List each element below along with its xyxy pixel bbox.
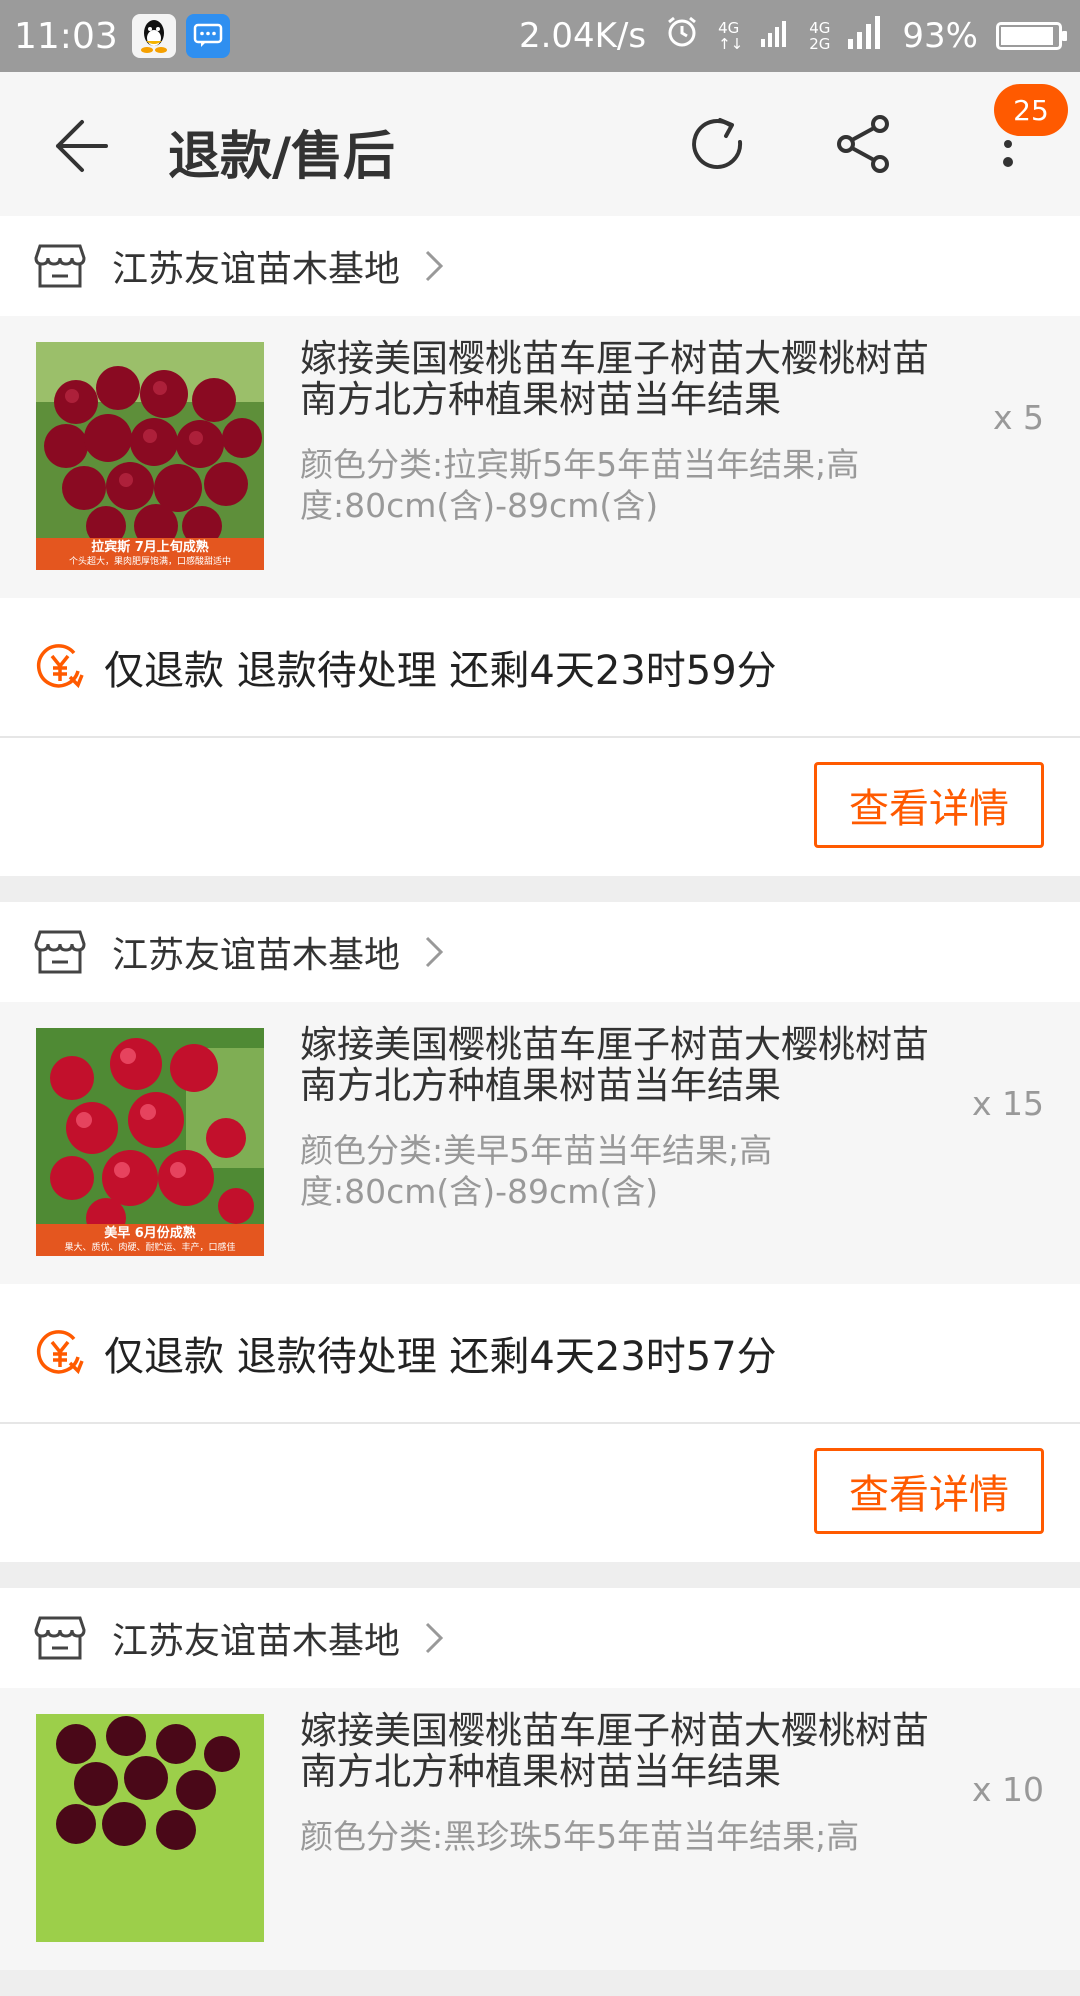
chevron-right-icon [424,935,444,969]
back-arrow-icon[interactable] [52,118,112,174]
signal-2-icon [848,15,884,58]
page-title: 退款/售后 [168,127,395,187]
refund-icon [34,1327,86,1379]
qq-icon [131,14,176,58]
refund-list: 江苏友谊苗木基地 拉宾斯 7月上旬成熟 个头超大，果肉肥厚饱满，口感酸甜适中 嫁… [0,216,1080,1996]
refund-status-text: 仅退款 退款待处理 还剩4天23时57分 [104,1334,777,1380]
product-name: 嫁接美国樱桃苗车厘子树苗大樱桃树苗南方北方种植果树苗当年结果 [300,1023,929,1107]
thumb-subcaption: 个头超大，果肉肥厚饱满，口感酸甜适中 [68,557,231,567]
chevron-right-icon [424,1621,444,1655]
shop-name: 江苏友谊苗木基地 [112,249,401,290]
thumb-caption: 美早 6月份成熟 [104,1226,196,1241]
refund-status-text: 仅退款 退款待处理 还剩4天23时59分 [104,648,777,694]
refresh-icon[interactable] [686,112,750,176]
refund-status-row: 仅退款 退款待处理 还剩4天23时59分 [0,598,1080,738]
thumb-caption: 拉宾斯 7月上旬成熟 [91,540,209,555]
status-bar: 11:03 2.04K/s 4G ↑↓ 4G 2G 93% [0,0,1080,72]
signal-1-icon [761,16,791,56]
order-card: 江苏友谊苗木基地 美早 6月份成熟 果大、质优、肉硬、耐贮运、丰产，口感佳 嫁接… [0,902,1080,1562]
signal-1-label: 4G ↑↓ [718,19,744,53]
message-icon [185,14,230,58]
refund-status-row: 仅退款 退款待处理 还剩4天23时57分 [0,1284,1080,1424]
shop-row[interactable]: 江苏友谊苗木基地 [0,216,1080,316]
battery-percent: 93% [902,16,978,56]
share-icon[interactable] [832,112,896,176]
header-bar: 退款/售后 25 [0,72,1080,216]
status-time: 11:03 [14,15,118,57]
refund-icon [34,641,86,693]
notification-badge: 25 [994,84,1068,136]
store-icon [34,928,86,976]
product-quantity: x 10 [971,1770,1044,1809]
view-details-button[interactable]: 查看详情 [814,1448,1044,1534]
network-speed: 2.04K/s [518,16,647,56]
product-row[interactable]: 拉宾斯 7月上旬成熟 个头超大，果肉肥厚饱满，口感酸甜适中 嫁接美国樱桃苗车厘子… [0,316,1080,598]
shop-row[interactable]: 江苏友谊苗木基地 [0,902,1080,1002]
product-spec: 颜色分类:美早5年苗当年结果;高度:80cm(含)-89cm(含) [300,1131,773,1211]
product-quantity: x 5 [992,398,1044,437]
battery-icon [996,22,1067,50]
chevron-right-icon [424,249,444,283]
shop-row[interactable]: 江苏友谊苗木基地 [0,1588,1080,1688]
product-name: 嫁接美国樱桃苗车厘子树苗大樱桃树苗南方北方种植果树苗当年结果 [300,337,929,421]
action-row: 查看详情 [0,1424,1080,1562]
product-name: 嫁接美国樱桃苗车厘子树苗大樱桃树苗南方北方种植果树苗当年结果 [300,1709,929,1793]
product-spec: 颜色分类:黑珍珠5年5年苗当年结果;高 [300,1817,860,1856]
signal-2-label: 4G 2G [809,19,831,53]
view-details-button[interactable]: 查看详情 [814,762,1044,848]
shop-name: 江苏友谊苗木基地 [112,935,401,976]
product-image: 拉宾斯 7月上旬成熟 个头超大，果肉肥厚饱满，口感酸甜适中 [36,342,264,570]
thumb-subcaption: 果大、质优、肉硬、耐贮运、丰产，口感佳 [64,1243,236,1253]
store-icon [34,1614,86,1662]
order-card: 江苏友谊苗木基地 嫁接美国樱桃苗车厘子树苗大樱桃树苗南方北方种植果树苗当年结果 … [0,1588,1080,1970]
product-row[interactable]: 嫁接美国樱桃苗车厘子树苗大樱桃树苗南方北方种植果树苗当年结果 颜色分类:黑珍珠5… [0,1688,1080,1970]
order-card: 江苏友谊苗木基地 拉宾斯 7月上旬成熟 个头超大，果肉肥厚饱满，口感酸甜适中 嫁… [0,216,1080,876]
action-row: 查看详情 [0,738,1080,876]
shop-name: 江苏友谊苗木基地 [112,1621,401,1662]
product-quantity: x 15 [971,1084,1044,1123]
product-image [36,1714,264,1942]
product-spec: 颜色分类:拉宾斯5年5年苗当年结果;高度:80cm(含)-89cm(含) [300,445,860,525]
product-row[interactable]: 美早 6月份成熟 果大、质优、肉硬、耐贮运、丰产，口感佳 嫁接美国樱桃苗车厘子树… [0,1002,1080,1284]
store-icon [34,242,86,290]
alarm-icon [664,14,700,59]
product-image: 美早 6月份成熟 果大、质优、肉硬、耐贮运、丰产，口感佳 [36,1028,264,1256]
